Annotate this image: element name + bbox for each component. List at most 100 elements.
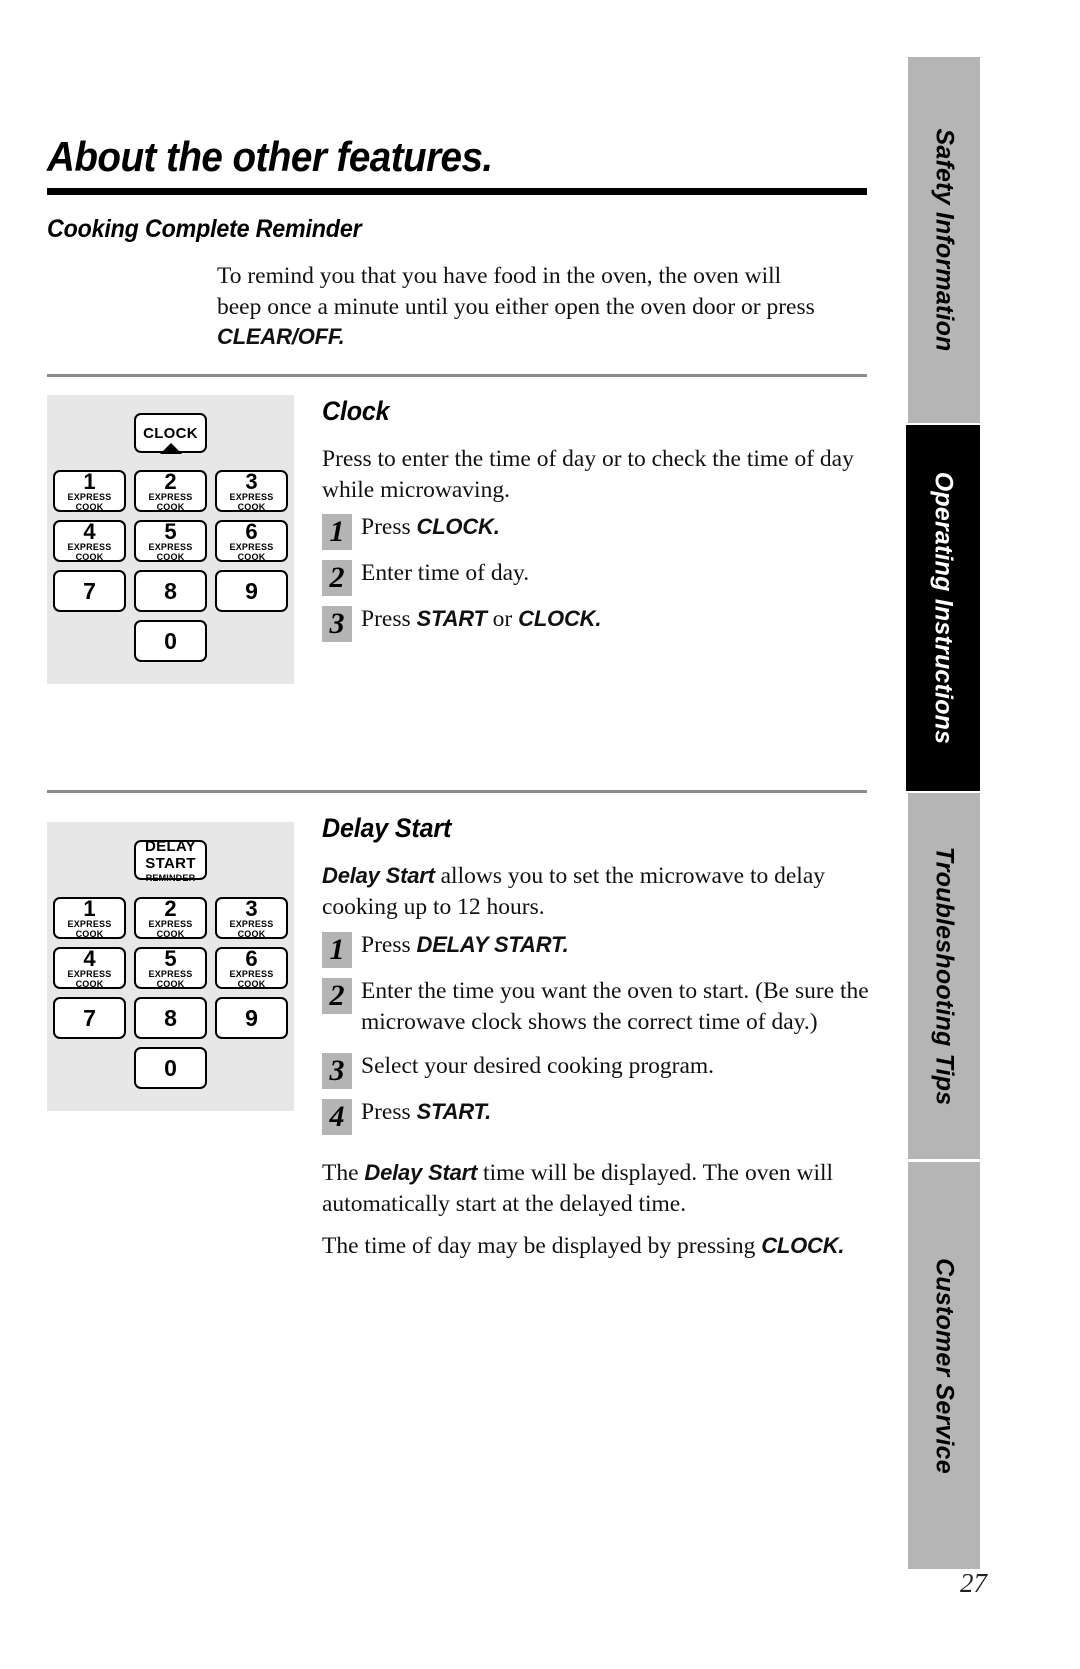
keypad-key-0[interactable]: 0: [134, 1047, 207, 1089]
delay-start-outro1-command: Delay Start: [364, 1160, 478, 1185]
tab-troubleshooting-tips[interactable]: Troubleshooting Tips: [908, 793, 980, 1159]
keypad-key-6[interactable]: 6 EXPRESS COOK: [215, 947, 288, 989]
keypad-key-3-sub: EXPRESS COOK: [229, 918, 274, 939]
divider-above-clock: [47, 374, 867, 377]
delay-start-step-4-pre: Press: [361, 1099, 417, 1125]
delay-start-key-label: DELAY START: [145, 837, 196, 872]
keypad-key-6[interactable]: 6 EXPRESS COOK: [215, 520, 288, 562]
keypad-key-1-digit: 1: [83, 468, 96, 494]
clock-key-label: CLOCK: [143, 424, 198, 442]
delay-start-outro2-pre: The time of day may be displayed by pres…: [322, 1233, 762, 1259]
tab-safety-information-label: Safety Information: [930, 128, 959, 352]
delay-start-keypad-zero-row: 0: [47, 1047, 294, 1089]
keypad-key-7[interactable]: 7: [53, 570, 126, 612]
keypad-key-9[interactable]: 9: [215, 570, 288, 612]
clock-step-1-command: CLOCK.: [416, 514, 500, 539]
clear-off-command: CLEAR/OFF.: [217, 324, 345, 349]
delay-start-step-1-text: Press DELAY START.: [361, 930, 569, 961]
tab-troubleshooting-tips-label: Troubleshooting Tips: [930, 846, 959, 1106]
delay-start-key[interactable]: DELAY START REMINDER: [134, 837, 207, 883]
delay-start-outro-paragraph-2: The time of day may be displayed by pres…: [322, 1231, 892, 1262]
keypad-key-7-digit: 7: [83, 1004, 96, 1031]
keypad-key-4-sub: EXPRESS COOK: [67, 968, 112, 989]
keypad-key-2[interactable]: 2 EXPRESS COOK: [134, 470, 207, 512]
keypad-key-3-sub: EXPRESS COOK: [229, 491, 274, 512]
clock-step-3: 3 Press START or CLOCK.: [322, 604, 882, 642]
keypad-key-0-digit: 0: [164, 1054, 177, 1081]
keypad-key-6-digit: 6: [245, 518, 258, 544]
delay-start-intro-paragraph: Delay Start allows you to set the microw…: [322, 861, 882, 922]
delay-start-step-3-text: Select your desired cooking program.: [361, 1053, 715, 1079]
clock-step-2: 2 Enter time of day.: [322, 558, 882, 596]
delay-start-keypad-diagram: DELAY START REMINDER 1 EXPRESS COOK 2 EX…: [47, 822, 294, 1111]
delay-start-intro-command: Delay Start: [322, 863, 435, 888]
keypad-key-4[interactable]: 4 EXPRESS COOK: [53, 520, 126, 562]
clock-key-pointer-triangle-icon: [159, 443, 182, 454]
keypad-key-5-digit: 5: [164, 945, 177, 971]
keypad-key-7[interactable]: 7: [53, 997, 126, 1039]
tab-operating-instructions-label: Operating Instructions: [929, 471, 958, 745]
keypad-key-0[interactable]: 0: [134, 620, 207, 662]
keypad-key-5-sub: EXPRESS COOK: [148, 541, 193, 562]
keypad-key-6-digit: 6: [245, 945, 258, 971]
keypad-key-9[interactable]: 9: [215, 997, 288, 1039]
tab-safety-information[interactable]: Safety Information: [908, 57, 980, 423]
tab-operating-instructions[interactable]: Operating Instructions: [906, 425, 980, 791]
page-title: About the other features.: [47, 133, 493, 180]
keypad-key-8-digit: 8: [164, 1004, 177, 1031]
delay-start-step-3-number: 3: [322, 1053, 352, 1089]
clock-steps-list: 1 Press CLOCK. 2 Enter time of day. 3 Pr…: [322, 512, 882, 642]
keypad-key-6-sub: EXPRESS COOK: [229, 541, 274, 562]
keypad-key-4[interactable]: 4 EXPRESS COOK: [53, 947, 126, 989]
clock-keypad-number-grid: 1 EXPRESS COOK 2 EXPRESS COOK 3 EXPRESS …: [47, 470, 294, 612]
clock-intro-paragraph: Press to enter the time of day or to che…: [322, 446, 854, 503]
keypad-key-5[interactable]: 5 EXPRESS COOK: [134, 947, 207, 989]
delay-start-step-4-number: 4: [322, 1099, 352, 1135]
delay-start-step-4-command: START.: [416, 1099, 492, 1124]
section-heading-clock: Clock: [322, 396, 390, 426]
section-tab-rail: Safety Information Operating Instruction…: [906, 57, 980, 1569]
clock-step-3-post: or: [486, 606, 519, 632]
clock-step-3-pre: Press: [361, 606, 417, 632]
clock-step-1: 1 Press CLOCK.: [322, 512, 882, 550]
clock-step-1-number: 1: [322, 514, 352, 550]
keypad-key-2[interactable]: 2 EXPRESS COOK: [134, 897, 207, 939]
keypad-key-1[interactable]: 1 EXPRESS COOK: [53, 470, 126, 512]
keypad-key-3-digit: 3: [245, 895, 258, 921]
delay-start-steps-list: 1 Press DELAY START. 2 Enter the time yo…: [322, 930, 892, 1135]
keypad-key-1-sub: EXPRESS COOK: [67, 491, 112, 512]
delay-start-step-2-text: Enter the time you want the oven to star…: [361, 978, 869, 1035]
keypad-key-9-digit: 9: [245, 577, 258, 604]
section-heading-delay-start: Delay Start: [322, 813, 452, 843]
clock-keypad-diagram: CLOCK 1 EXPRESS COOK 2 EXPRESS COOK 3 EX…: [47, 395, 294, 684]
keypad-key-4-sub: EXPRESS COOK: [67, 541, 112, 562]
keypad-key-0-digit: 0: [164, 627, 177, 654]
keypad-key-4-digit: 4: [83, 945, 96, 971]
title-underline: [47, 188, 867, 195]
delay-start-step-4-text: Press START.: [361, 1097, 491, 1128]
keypad-key-1[interactable]: 1 EXPRESS COOK: [53, 897, 126, 939]
delay-start-outro-paragraph-1: The Delay Start time will be displayed. …: [322, 1158, 882, 1219]
keypad-key-2-sub: EXPRESS COOK: [148, 491, 193, 512]
cooking-complete-reminder-paragraph: To remind you that you have food in the …: [217, 261, 827, 353]
keypad-key-3[interactable]: 3 EXPRESS COOK: [215, 897, 288, 939]
clock-step-3-number: 3: [322, 606, 352, 642]
keypad-key-8[interactable]: 8: [134, 570, 207, 612]
clock-step-3-command-clock: CLOCK.: [518, 606, 602, 631]
delay-start-outro1-pre: The: [322, 1160, 365, 1186]
keypad-key-1-digit: 1: [83, 895, 96, 921]
keypad-key-4-digit: 4: [83, 518, 96, 544]
keypad-key-8[interactable]: 8: [134, 997, 207, 1039]
manual-page: Safety Information Operating Instruction…: [0, 0, 1080, 1669]
keypad-key-3[interactable]: 3 EXPRESS COOK: [215, 470, 288, 512]
tab-customer-service[interactable]: Customer Service: [908, 1162, 980, 1569]
keypad-key-2-digit: 2: [164, 468, 177, 494]
keypad-key-3-digit: 3: [245, 468, 258, 494]
delay-start-step-1-number: 1: [322, 932, 352, 968]
delay-start-key-sublabel: REMINDER: [145, 872, 196, 883]
reminder-text: To remind you that you have food in the …: [217, 263, 815, 320]
keypad-key-2-sub: EXPRESS COOK: [148, 918, 193, 939]
clock-step-3-command-start: START: [416, 606, 487, 631]
clock-key[interactable]: CLOCK: [134, 413, 207, 454]
keypad-key-5[interactable]: 5 EXPRESS COOK: [134, 520, 207, 562]
